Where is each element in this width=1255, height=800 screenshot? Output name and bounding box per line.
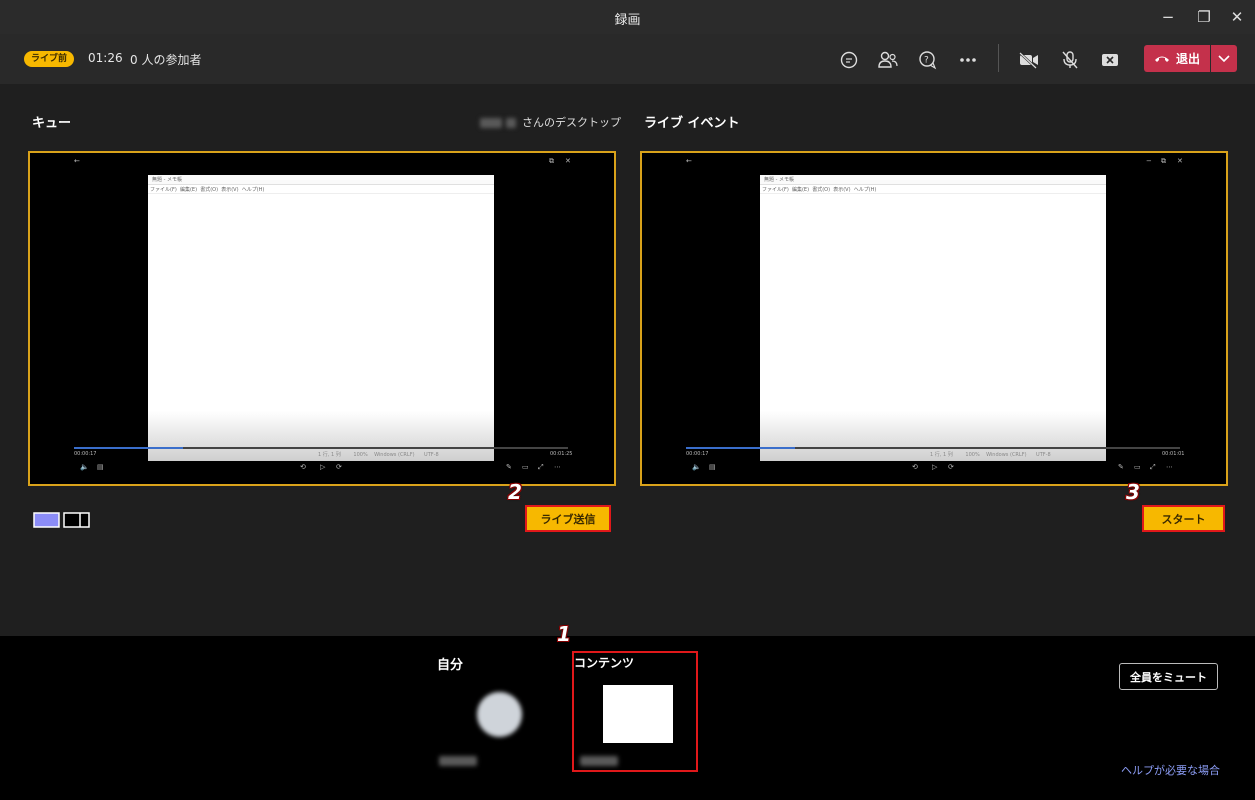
time-end: 00:01:01 <box>1162 451 1185 457</box>
content-thumbnail <box>603 685 673 743</box>
blurred-name <box>439 756 477 766</box>
app-status: 1 行, 1 列 100% Windows (CRLF) UTF-8 <box>930 452 1051 458</box>
pen-icon[interactable]: ✎ <box>506 463 512 471</box>
more-icon[interactable]: ⋯ <box>1166 463 1173 471</box>
queue-label: キュー <box>32 116 72 131</box>
caption-icon[interactable]: ▤ <box>97 463 104 471</box>
single-layout-icon[interactable] <box>33 512 60 528</box>
skip-forward-icon[interactable]: ⟳ <box>336 463 342 471</box>
split-layout-icon[interactable] <box>63 512 90 528</box>
queue-preview[interactable]: ← ⧉ ✕ 無題 - メモ帳 ファイル(F) 編集(E) 書式(O) 表示(V)… <box>28 151 616 486</box>
step-badge-1: 1 <box>557 622 571 646</box>
skip-back-icon[interactable]: ⟲ <box>300 463 306 471</box>
help-link[interactable]: ヘルプが必要な場合 <box>1121 762 1220 778</box>
miniplayer-icon[interactable]: ▭ <box>1134 463 1141 471</box>
blurred-name <box>506 118 516 128</box>
desktop-source-label: さんのデスクトップ <box>480 114 621 130</box>
avatar[interactable] <box>477 692 522 737</box>
play-icon[interactable]: ▷ <box>320 463 325 471</box>
chat-icon[interactable] <box>838 49 860 71</box>
app-title: 無題 - メモ帳 <box>764 177 794 183</box>
miniplayer-icon[interactable]: ▭ <box>522 463 529 471</box>
back-icon: ← <box>74 157 80 165</box>
app-menu: ファイル(F) 編集(E) 書式(O) 表示(V) ヘルプ(H) <box>762 187 877 193</box>
shared-screen: 無題 - メモ帳 ファイル(F) 編集(E) 書式(O) 表示(V) ヘルプ(H… <box>148 175 494 461</box>
volume-icon[interactable]: 🔈 <box>692 463 701 471</box>
app-menu: ファイル(F) 編集(E) 書式(O) 表示(V) ヘルプ(H) <box>150 187 265 193</box>
send-live-button[interactable]: ライブ送信 <box>525 505 611 532</box>
progress-fill <box>74 447 183 449</box>
step-badge-2: 2 <box>508 480 522 504</box>
elapsed-time: 01:26 <box>88 51 123 65</box>
app-status: 1 行, 1 列 100% Windows (CRLF) UTF-8 <box>318 452 439 458</box>
leave-label: 退出 <box>1175 52 1200 66</box>
pen-icon[interactable]: ✎ <box>1118 463 1124 471</box>
people-icon[interactable] <box>877 49 899 71</box>
participant-count: 0 人の参加者 <box>130 53 202 67</box>
pre-live-badge: ライブ前 <box>24 51 74 67</box>
toolbar-separator <box>998 44 999 72</box>
volume-icon[interactable]: 🔈 <box>80 463 89 471</box>
minimize-icon: − <box>1146 157 1152 165</box>
popout-icon: ⧉ <box>549 157 554 165</box>
title-bar: 録画 − ❐ ✕ <box>0 0 1255 34</box>
skip-forward-icon[interactable]: ⟳ <box>948 463 954 471</box>
fullscreen-icon[interactable]: ⤢ <box>1150 463 1156 472</box>
qa-icon[interactable]: ? <box>917 49 939 71</box>
back-icon: ← <box>686 157 692 165</box>
mic-off-icon[interactable] <box>1059 49 1081 71</box>
step-badge-3: 3 <box>1126 480 1140 504</box>
live-event-preview[interactable]: ← − ⧉ ✕ 無題 - メモ帳 ファイル(F) 編集(E) 書式(O) 表示(… <box>640 151 1228 486</box>
minimize-button[interactable]: − <box>1156 6 1180 28</box>
blurred-name <box>580 756 618 766</box>
mute-all-button[interactable]: 全員をミュート <box>1119 663 1218 690</box>
time-end: 00:01:25 <box>550 451 573 457</box>
start-button[interactable]: スタート <box>1142 505 1225 532</box>
leave-options-button[interactable] <box>1211 45 1237 72</box>
camera-off-icon[interactable] <box>1018 49 1040 71</box>
app-title: 無題 - メモ帳 <box>152 177 182 183</box>
live-event-label: ライブ イベント <box>644 116 740 131</box>
shared-screen: 無題 - メモ帳 ファイル(F) 編集(E) 書式(O) 表示(V) ヘルプ(H… <box>760 175 1106 461</box>
close-icon: ✕ <box>565 157 571 165</box>
close-share-icon[interactable] <box>1099 49 1121 71</box>
skip-back-icon[interactable]: ⟲ <box>912 463 918 471</box>
leave-button[interactable]: 退出 <box>1144 45 1210 72</box>
progress-fill <box>686 447 795 449</box>
close-icon: ✕ <box>1177 157 1183 165</box>
svg-text:?: ? <box>924 56 929 66</box>
more-icon[interactable]: ⋯ <box>554 463 561 471</box>
layout-selector <box>33 511 93 533</box>
popout-icon: ⧉ <box>1161 157 1166 165</box>
blurred-name <box>480 118 502 128</box>
time-start: 00:00:17 <box>74 451 97 457</box>
fullscreen-icon[interactable]: ⤢ <box>538 463 544 472</box>
caption-icon[interactable]: ▤ <box>709 463 716 471</box>
more-icon[interactable] <box>957 49 979 71</box>
time-start: 00:00:17 <box>686 451 709 457</box>
play-icon[interactable]: ▷ <box>932 463 937 471</box>
hangup-icon <box>1154 56 1169 62</box>
chevron-down-icon <box>1218 54 1230 62</box>
desktop-suffix: さんのデスクトップ <box>522 116 621 129</box>
window-title: 録画 <box>614 13 641 28</box>
self-label: 自分 <box>437 658 464 673</box>
close-window-button[interactable]: ✕ <box>1225 6 1249 28</box>
maximize-button[interactable]: ❐ <box>1192 6 1216 28</box>
